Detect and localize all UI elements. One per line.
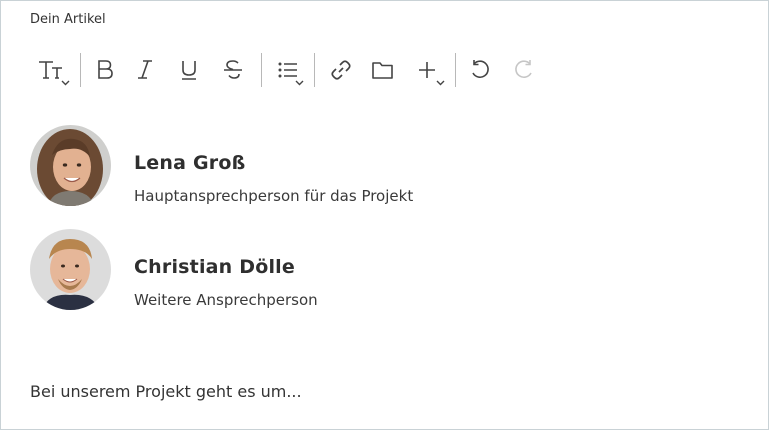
- toolbar-divider: [455, 53, 456, 87]
- bold-icon: [95, 59, 115, 81]
- italic-button[interactable]: [123, 51, 167, 89]
- contact-name: Lena Groß: [134, 152, 246, 174]
- contact-role: Weitere Ansprechperson: [134, 291, 318, 309]
- list-button[interactable]: [268, 51, 308, 89]
- contact-card: Christian Dölle Weitere Ansprechperson: [30, 229, 318, 310]
- avatar: [30, 125, 111, 206]
- article-editor: Dein Artikel Lena Groß Hauptansprechpers…: [0, 0, 769, 430]
- editor-body-text[interactable]: Bei unserem Projekt geht es um...: [30, 382, 302, 401]
- undo-icon: [469, 59, 491, 81]
- plus-icon: [416, 59, 438, 81]
- redo-icon: [513, 59, 535, 81]
- contact-role: Hauptansprechperson für das Projekt: [134, 187, 414, 205]
- strikethrough-button[interactable]: [211, 51, 255, 89]
- contact-card: Lena Groß Hauptansprechperson für das Pr…: [30, 125, 413, 206]
- chevron-down-icon: [61, 80, 70, 86]
- chevron-down-icon: [436, 80, 445, 86]
- avatar: [30, 229, 111, 310]
- link-icon: [329, 58, 353, 82]
- toolbar-divider: [261, 53, 262, 87]
- folder-icon: [371, 59, 395, 81]
- field-label: Dein Artikel: [30, 12, 106, 27]
- redo-button[interactable]: [498, 51, 550, 89]
- text-style-button[interactable]: [30, 51, 74, 89]
- link-button[interactable]: [321, 51, 361, 89]
- strikethrough-icon: [222, 59, 244, 81]
- undo-button[interactable]: [462, 51, 498, 89]
- underline-button[interactable]: [167, 51, 211, 89]
- editor-toolbar: [30, 51, 550, 89]
- italic-icon: [135, 59, 155, 81]
- chevron-down-icon: [295, 80, 304, 86]
- list-icon: [277, 60, 299, 80]
- insert-button[interactable]: [405, 51, 449, 89]
- toolbar-divider: [80, 53, 81, 87]
- contact-name: Christian Dölle: [134, 256, 295, 278]
- toolbar-divider: [314, 53, 315, 87]
- folder-button[interactable]: [361, 51, 405, 89]
- bold-button[interactable]: [87, 51, 123, 89]
- underline-icon: [179, 59, 199, 81]
